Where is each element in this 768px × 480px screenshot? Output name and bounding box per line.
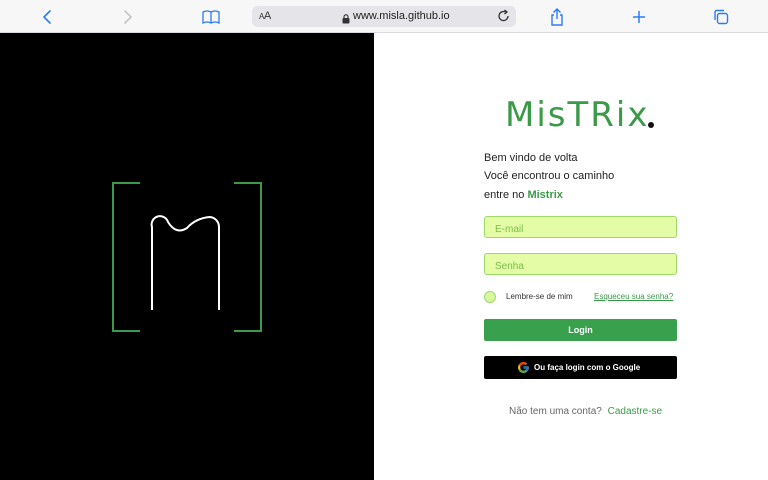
email-field[interactable] [484, 216, 677, 238]
new-tab-icon[interactable] [628, 6, 650, 28]
lock-icon [342, 11, 350, 29]
share-icon[interactable] [546, 6, 568, 28]
google-login-button[interactable]: Ou faça login com o Google [484, 356, 677, 379]
bookmarks-icon[interactable] [200, 6, 222, 28]
welcome-brand: Mistrix [527, 189, 563, 201]
remember-me-checkbox[interactable] [484, 291, 496, 303]
back-icon[interactable] [36, 6, 58, 28]
address-bar[interactable]: AA www.misla.github.io [252, 6, 516, 27]
browser-toolbar: AA www.misla.github.io [0, 0, 768, 33]
brand-dot [648, 122, 654, 128]
reload-icon[interactable] [497, 9, 511, 28]
password-field[interactable] [484, 253, 677, 275]
signup-prompt: Não tem uma conta? [509, 406, 602, 417]
welcome-line-2: Você encontrou o caminho [484, 170, 615, 182]
welcome-line-3-prefix: entre no [484, 189, 525, 201]
forgot-password-link[interactable]: Esqueceu sua senha? [594, 292, 673, 301]
forward-icon[interactable] [117, 6, 139, 28]
signup-link[interactable]: Cadastre-se [608, 406, 662, 417]
mistrix-logo-mark [112, 182, 262, 332]
reader-settings-button[interactable]: AA [259, 10, 271, 22]
google-icon [518, 362, 529, 373]
login-panel: MisTRix Bem vindo de volta Você encontro… [374, 33, 768, 480]
welcome-line-3: entre no Mistrix [484, 189, 563, 201]
brand-logo: MisTRix [505, 95, 650, 135]
welcome-line-1: Bem vindo de volta [484, 152, 578, 164]
url-text[interactable]: www.misla.github.io [353, 10, 450, 22]
signup-row: Não tem uma conta? Cadastre-se [509, 406, 662, 417]
google-login-label: Ou faça login com o Google [534, 363, 641, 372]
left-panel [0, 33, 374, 480]
remember-me-label[interactable]: Lembre-se de mim [506, 292, 573, 301]
tabs-icon[interactable] [710, 6, 732, 28]
login-button[interactable]: Login [484, 319, 677, 341]
